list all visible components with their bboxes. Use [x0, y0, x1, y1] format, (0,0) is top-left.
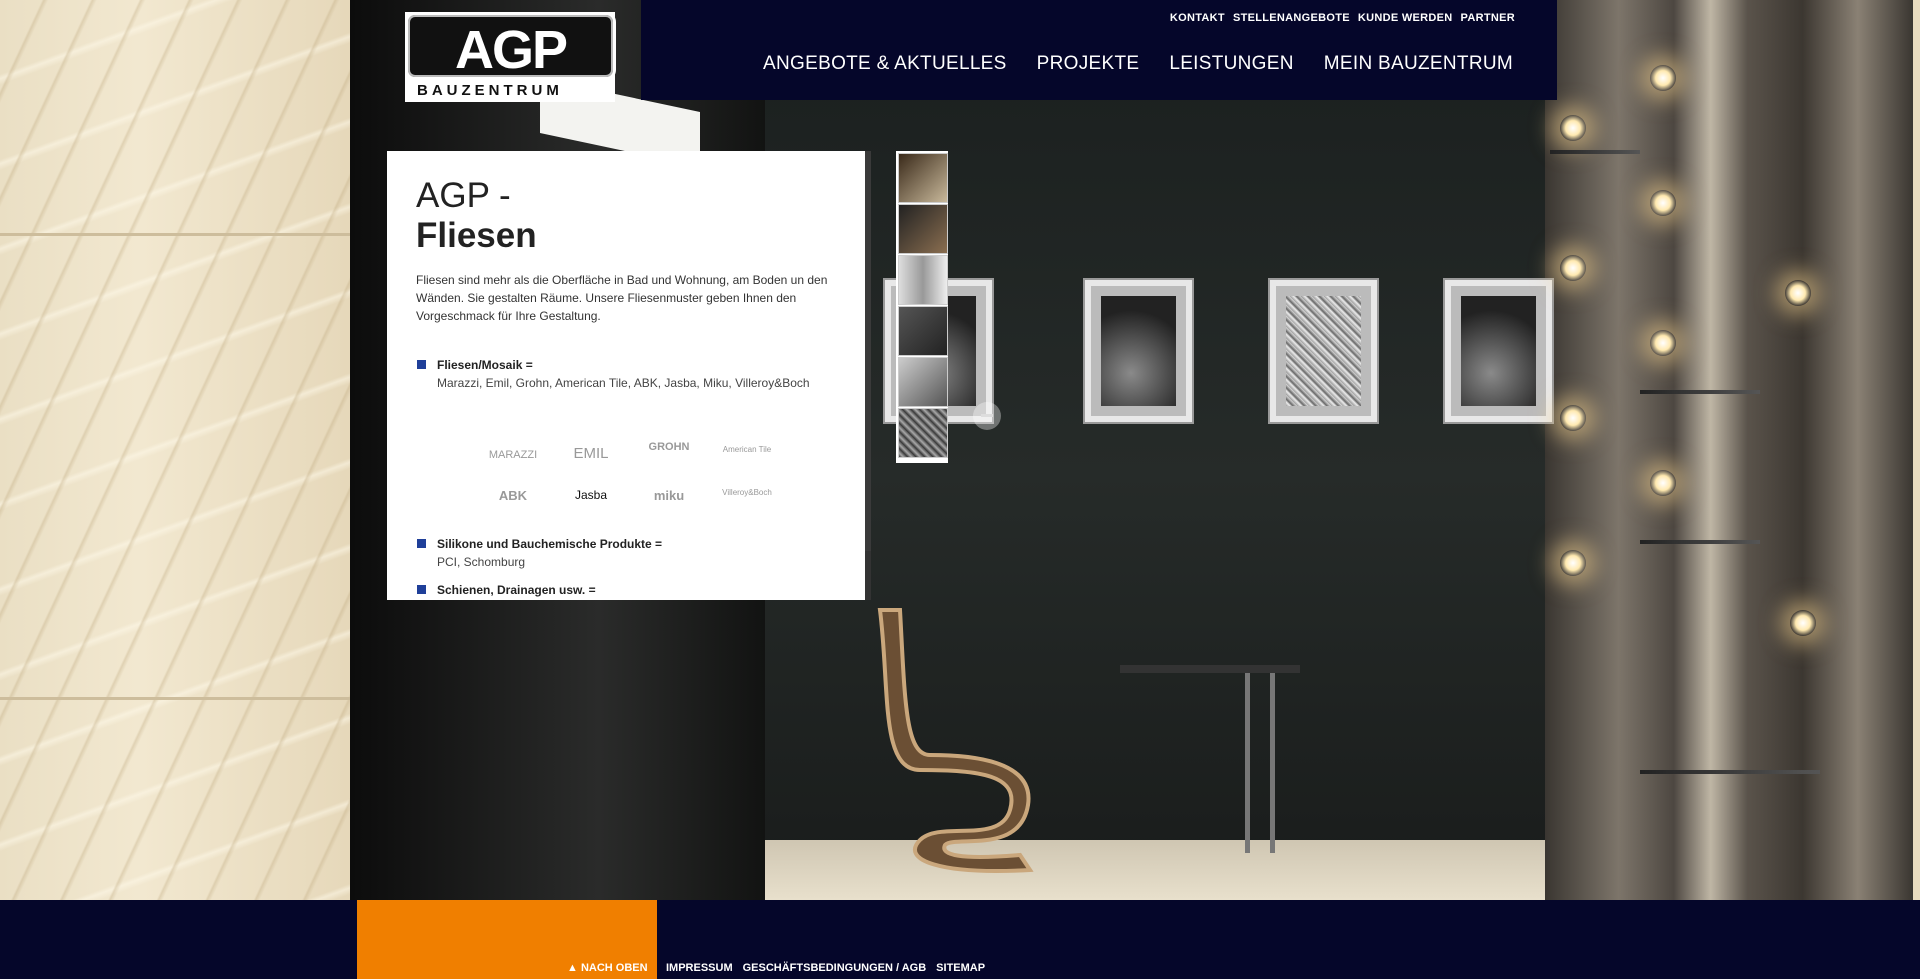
- thumbnail[interactable]: [898, 153, 948, 203]
- logo[interactable]: AGP BAUZENTRUM: [405, 12, 616, 102]
- brand-logo: miku: [653, 488, 685, 503]
- brand-logo: Villeroy&Boch: [722, 488, 772, 497]
- footer-link-impressum[interactable]: IMPRESSUM: [666, 962, 733, 974]
- panel-scrollbar[interactable]: [865, 151, 871, 600]
- nav-kontakt[interactable]: KONTAKT: [1170, 12, 1225, 24]
- brand-logos: MARAZZI EMIL GROHN American Tile ABK Jas…: [477, 431, 797, 511]
- footer-link-agb[interactable]: GESCHÄFTSBEDINGUNGEN / AGB: [743, 962, 927, 974]
- side-table: [1120, 665, 1300, 853]
- list-item: Fliesen/Mosaik = Marazzi, Emil, Grohn, A…: [417, 356, 817, 392]
- content-panel: AGP - Fliesen Fliesen sind mehr als die …: [387, 151, 867, 600]
- minus-icon[interactable]: [973, 402, 1001, 430]
- chevron-up-icon: ▲: [567, 962, 578, 974]
- footer: ▲ NACH OBEN IMPRESSUM GESCHÄFTSBEDINGUNG…: [0, 900, 1920, 979]
- footer-link-sitemap[interactable]: SITEMAP: [936, 962, 985, 974]
- header: KONTAKT STELLENANGEBOTE KUNDE WERDEN PAR…: [641, 0, 1557, 100]
- bullet-icon: [417, 539, 426, 548]
- chair: [877, 608, 1034, 873]
- logo-subtitle: BAUZENTRUM: [417, 82, 563, 99]
- nav-stellenangebote[interactable]: STELLENANGEBOTE: [1233, 12, 1350, 24]
- thumbnail[interactable]: [898, 255, 948, 305]
- nav-kunde-werden[interactable]: KUNDE WERDEN: [1358, 12, 1453, 24]
- nav-leistungen[interactable]: LEISTUNGEN: [1169, 53, 1293, 75]
- top-nav: KONTAKT STELLENANGEBOTE KUNDE WERDEN PAR…: [1170, 12, 1515, 24]
- thumbnail[interactable]: [898, 408, 948, 458]
- intro-text: Fliesen sind mehr als die Oberfläche in …: [416, 273, 828, 323]
- marble-background: [0, 0, 350, 900]
- shelves: [1545, 0, 1913, 900]
- brand-logo: American Tile: [722, 445, 772, 454]
- thumbnail[interactable]: [898, 357, 948, 407]
- nav-angebote[interactable]: ANGEBOTE & AKTUELLES: [763, 53, 1007, 75]
- list-item: Schienen, Drainagen usw. =: [417, 581, 817, 599]
- thumbnail[interactable]: [898, 306, 948, 356]
- brand-logo: MARAZZI: [488, 449, 538, 461]
- thumbnail-strip: [896, 151, 948, 463]
- thumbnail[interactable]: [898, 204, 948, 254]
- wall-frame: [1085, 280, 1192, 422]
- nav-projekte[interactable]: PROJEKTE: [1037, 53, 1140, 75]
- back-to-top-link[interactable]: ▲ NACH OBEN: [567, 962, 648, 974]
- footer-links: IMPRESSUM GESCHÄFTSBEDINGUNGEN / AGB SIT…: [666, 962, 985, 974]
- bullet-icon: [417, 360, 426, 369]
- brand-logo: Jasba: [574, 488, 608, 502]
- bullet-icon: [417, 585, 426, 594]
- brand-logo: GROHN: [648, 441, 690, 453]
- brand-logo: EMIL: [573, 445, 609, 462]
- nav-mein-bauzentrum[interactable]: MEIN BAUZENTRUM: [1324, 53, 1513, 75]
- wall-frame: [1445, 280, 1552, 422]
- list-item: Silikone und Bauchemische Produkte = PCI…: [417, 535, 817, 571]
- nav-partner[interactable]: PARTNER: [1461, 12, 1515, 24]
- page-title: AGP - Fliesen: [416, 176, 537, 255]
- main-nav: ANGEBOTE & AKTUELLES PROJEKTE LEISTUNGEN…: [763, 53, 1513, 75]
- wall-frame: [1270, 280, 1377, 422]
- brand-logo: ABK: [498, 488, 528, 503]
